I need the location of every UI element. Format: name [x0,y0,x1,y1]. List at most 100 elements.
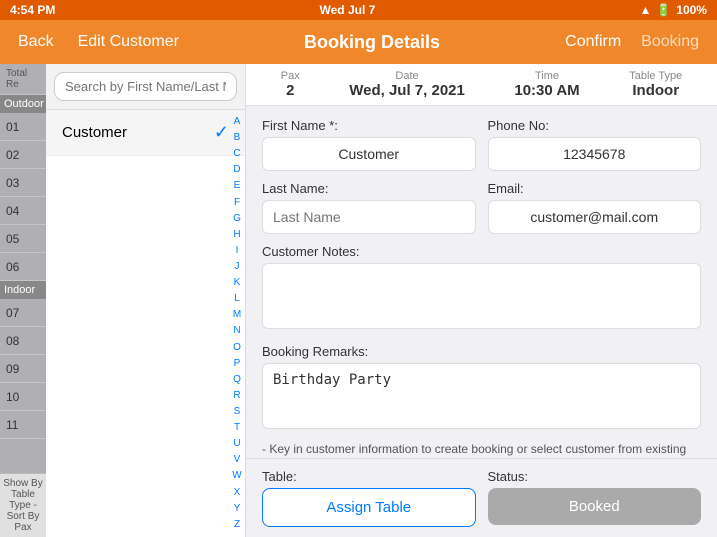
row-last-email: Last Name: Email: [262,181,701,234]
table-row-06[interactable]: 06 [0,253,46,281]
status-time: 4:54 PM [10,3,55,17]
alphabet-sidebar: A B C D E F G H I J K L M N O P Q R S T [229,110,245,537]
table-footer-label: Table: [262,469,476,484]
table-row-05[interactable]: 05 [0,225,46,253]
alpha-S[interactable]: S [231,407,243,417]
table-row-07[interactable]: 07 [0,299,46,327]
booking-button[interactable]: Booking [633,29,707,55]
table-row-01[interactable]: 01 [0,113,46,141]
alpha-O[interactable]: O [231,343,243,353]
status-right: ▲ 🔋 100% [639,3,707,17]
nav-title: Booking Details [187,32,557,53]
outdoor-section-header: Outdoor [0,95,46,113]
confirm-button[interactable]: Confirm [557,29,629,55]
booking-form: Pax 2 Date Wed, Jul 7, 2021 Time 10:30 A… [246,64,717,537]
checkmark-icon: ✓ [214,122,229,143]
status-bar: 4:54 PM Wed Jul 7 ▲ 🔋 100% [0,0,717,20]
form-body: First Name *: Phone No: Last Name: Email… [246,106,717,458]
phone-group: Phone No: [488,118,702,171]
back-button[interactable]: Back [10,29,62,55]
customer-list: Customer ✓ A B C D E F G H I J K L M N O… [46,110,245,537]
row-name-phone: First Name *: Phone No: [262,118,701,171]
time-item: Time 10:30 AM [514,70,579,99]
status-footer-label: Status: [488,469,702,484]
last-name-label: Last Name: [262,181,476,196]
booking-remarks-group: Booking Remarks: Birthday Party [262,344,701,434]
main-content: Total Re Outdoor 01 02 03 04 05 06 Indoo… [0,64,717,537]
pax-label: Pax [281,70,300,82]
email-label: Email: [488,181,702,196]
customer-notes-input[interactable] [262,263,701,329]
battery-icon: 🔋 [656,3,671,17]
alpha-J[interactable]: J [231,262,243,272]
nav-left: Back Edit Customer [10,29,187,55]
table-row-11[interactable]: 11 [0,411,46,439]
edit-customer-button[interactable]: Edit Customer [70,29,187,55]
date-item: Date Wed, Jul 7, 2021 [349,70,465,99]
alpha-T[interactable]: T [231,423,243,433]
booking-remarks-label: Booking Remarks: [262,344,701,359]
alpha-F[interactable]: F [231,198,243,208]
alpha-C[interactable]: C [231,149,243,159]
alpha-K[interactable]: K [231,278,243,288]
pax-value: 2 [281,82,300,99]
customer-panel: Customer ✓ A B C D E F G H I J K L M N O… [46,64,246,537]
wifi-icon: ▲ [639,3,651,17]
table-row-09[interactable]: 09 [0,355,46,383]
alpha-W[interactable]: W [231,471,243,481]
table-row-08[interactable]: 08 [0,327,46,355]
first-name-input[interactable] [262,137,476,171]
customer-notes-label: Customer Notes: [262,244,701,259]
alpha-Z[interactable]: Z [231,520,243,530]
table-group: Table: Assign Table [262,469,476,527]
alpha-B[interactable]: B [231,133,243,143]
alpha-G[interactable]: G [231,214,243,224]
search-input[interactable] [54,72,237,101]
phone-input[interactable] [488,137,702,171]
help-text-1: - Key in customer information to create … [262,440,701,458]
date-label: Date [349,70,465,82]
alpha-U[interactable]: U [231,439,243,449]
table-type-value: Indoor [629,82,682,99]
table-row-03[interactable]: 03 [0,169,46,197]
footer-row: Table: Assign Table Status: Booked [262,469,701,527]
table-row-02[interactable]: 02 [0,141,46,169]
time-label: Time [514,70,579,82]
table-row-04[interactable]: 04 [0,197,46,225]
assign-table-button[interactable]: Assign Table [262,488,476,527]
alpha-Y[interactable]: Y [231,504,243,514]
table-row-10[interactable]: 10 [0,383,46,411]
total-re-label: Total Re [0,64,46,95]
booking-header: Pax 2 Date Wed, Jul 7, 2021 Time 10:30 A… [246,64,717,106]
alpha-D[interactable]: D [231,165,243,175]
indoor-section-header: Indoor [0,281,46,299]
alpha-R[interactable]: R [231,391,243,401]
customer-item-selected[interactable]: Customer ✓ [46,110,245,156]
table-type-item: Table Type Indoor [629,70,682,99]
email-input[interactable] [488,200,702,234]
alpha-V[interactable]: V [231,455,243,465]
alpha-P[interactable]: P [231,359,243,369]
booking-remarks-input[interactable]: Birthday Party [262,363,701,429]
last-name-group: Last Name: [262,181,476,234]
form-footer: Table: Assign Table Status: Booked [246,458,717,537]
booked-button[interactable]: Booked [488,488,702,525]
alpha-Q[interactable]: Q [231,375,243,385]
alpha-E[interactable]: E [231,181,243,191]
alpha-I[interactable]: I [231,246,243,256]
date-value: Wed, Jul 7, 2021 [349,82,465,99]
nav-right: Confirm Booking [557,29,707,55]
status-date: Wed Jul 7 [320,3,376,17]
alpha-H[interactable]: H [231,230,243,240]
phone-label: Phone No: [488,118,702,133]
last-name-input[interactable] [262,200,476,234]
alpha-N[interactable]: N [231,326,243,336]
alpha-A[interactable]: A [231,117,243,127]
time-value: 10:30 AM [514,82,579,99]
alpha-X[interactable]: X [231,488,243,498]
alpha-L[interactable]: L [231,294,243,304]
alpha-M[interactable]: M [231,310,243,320]
customer-name: Customer [62,124,127,141]
table-sidebar: Total Re Outdoor 01 02 03 04 05 06 Indoo… [0,64,46,537]
first-name-label: First Name *: [262,118,476,133]
